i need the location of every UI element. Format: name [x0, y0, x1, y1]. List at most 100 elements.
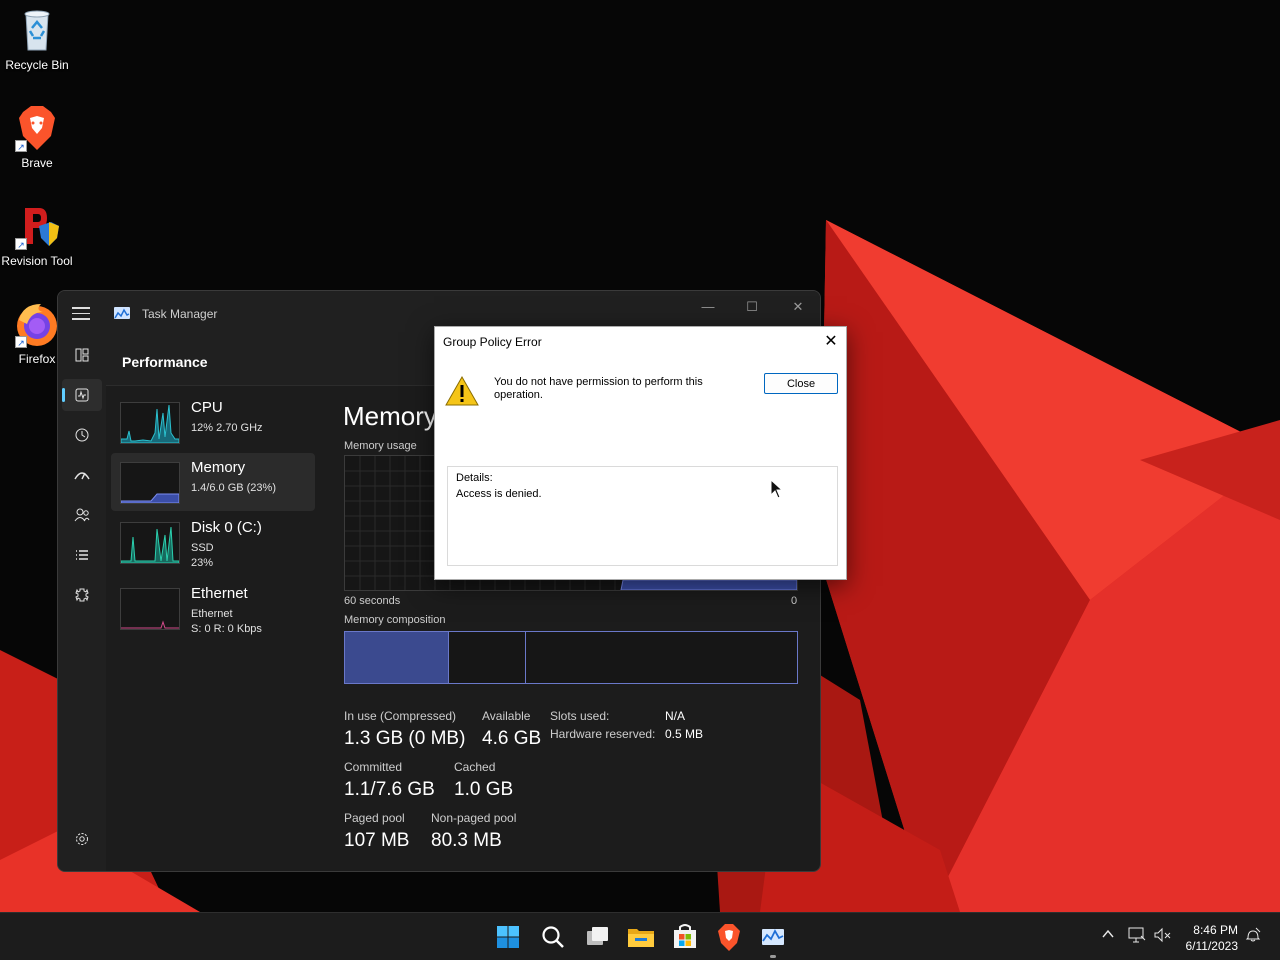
perf-item-ethernet[interactable]: Ethernet Ethernet S: 0 R: 0 Kbps [111, 579, 315, 637]
dialog-message: You do not have permission to perform th… [494, 376, 703, 401]
perf-item-detail: 1.4/6.0 GB (23%) [191, 482, 276, 494]
perf-item-detail: 23% [191, 557, 214, 569]
recycle-bin-icon [13, 6, 61, 54]
dialog-body: You do not have permission to perform th… [435, 356, 846, 579]
close-button[interactable]: ✕ [782, 297, 814, 317]
nav-app-history[interactable] [62, 419, 102, 451]
store-icon [674, 924, 696, 948]
perf-item-name: Disk 0 (C:) [191, 519, 262, 536]
cached-value: 1.0 GB [454, 779, 514, 800]
in-use-value: 1.3 GB (0 MB) [344, 728, 466, 749]
hamburger-menu-icon[interactable] [72, 307, 90, 321]
nav-services[interactable] [62, 579, 102, 611]
perf-item-detail: 12% 2.70 GHz [191, 422, 263, 434]
disk-thumbnail-graph [120, 522, 180, 564]
services-icon [75, 588, 89, 602]
page-title: Performance [122, 354, 208, 370]
volume-button[interactable] [1154, 927, 1172, 946]
close-button[interactable]: Close [764, 373, 838, 394]
desktop-icon-label: Revision Tool [1, 254, 73, 268]
perf-item-disk[interactable]: Disk 0 (C:) SSD 23% [111, 513, 315, 571]
revision-tool-icon: ↗ [13, 202, 61, 250]
minimize-button[interactable]: — [692, 297, 724, 317]
clock-date[interactable]: 6/11/2023 [1176, 939, 1239, 953]
details-label: Details: [456, 472, 493, 484]
nav-performance[interactable] [62, 379, 102, 411]
settings-icon [76, 833, 88, 845]
task-manager-app-icon [114, 307, 130, 319]
non-paged-pool-label: Non-paged pool [431, 811, 517, 825]
desktop-icon-revision-tool[interactable]: ↗ Revision Tool [0, 202, 74, 268]
nav-startup-apps[interactable] [62, 459, 102, 491]
warning-icon [445, 375, 479, 406]
perf-item-name: CPU [191, 399, 223, 416]
perf-item-cpu[interactable]: CPU 12% 2.70 GHz [111, 393, 315, 451]
dialog-title: Group Policy Error [443, 335, 542, 349]
perf-item-detail: S: 0 R: 0 Kbps [191, 623, 262, 635]
desktop-icon-recycle-bin[interactable]: Recycle Bin [0, 6, 74, 72]
task-view-button[interactable] [581, 921, 613, 953]
nav-processes[interactable] [62, 339, 102, 371]
perf-item-memory[interactable]: Memory 1.4/6.0 GB (23%) [111, 453, 315, 511]
file-explorer-icon [628, 929, 654, 947]
notification-center-button[interactable] [1245, 927, 1261, 946]
task-manager-taskbar-button[interactable] [757, 921, 789, 958]
composition-standby-free [526, 632, 797, 683]
perf-item-detail: SSD [191, 542, 214, 554]
memory-thumbnail-graph [120, 462, 180, 504]
composition-in-use [345, 632, 449, 683]
firefox-icon: ↗ [13, 300, 61, 348]
task-view-icon [587, 927, 608, 945]
shortcut-arrow-icon: ↗ [15, 336, 27, 348]
dialog-title-bar[interactable]: Group Policy Error ✕ [435, 327, 846, 356]
volume-muted-icon [1154, 927, 1171, 943]
window-title: Task Manager [142, 307, 218, 321]
ethernet-thumbnail-graph [120, 588, 180, 630]
shortcut-arrow-icon: ↗ [15, 140, 27, 152]
brave-icon: ↗ [13, 104, 61, 152]
graph-x-axis-right-label: 0 [791, 595, 798, 607]
perf-item-name: Ethernet [191, 585, 248, 602]
perf-item-detail: Ethernet [191, 608, 233, 620]
slots-used-value: N/A [665, 709, 686, 723]
app-history-icon [75, 428, 89, 442]
show-hidden-icons-button[interactable] [1101, 927, 1115, 944]
in-use-label: In use (Compressed) [344, 709, 457, 723]
mouse-pointer-icon [770, 479, 784, 499]
desktop-icon-brave[interactable]: ↗ Brave [0, 104, 74, 170]
start-button[interactable] [492, 921, 524, 953]
search-button[interactable] [537, 921, 569, 953]
users-icon [74, 508, 90, 522]
nav-settings[interactable] [62, 823, 102, 855]
hardware-reserved-value: 0.5 MB [665, 727, 704, 741]
desktop-icon-label: Recycle Bin [5, 58, 69, 72]
nav-users[interactable] [62, 499, 102, 531]
paged-pool-value: 107 MB [344, 830, 410, 851]
perf-item-name: Memory [191, 459, 246, 476]
committed-value: 1.1/7.6 GB [344, 779, 435, 800]
desktop-icon-label: Brave [21, 156, 53, 170]
composition-modified [449, 632, 526, 683]
store-button[interactable] [669, 921, 701, 953]
file-explorer-button[interactable] [625, 921, 657, 953]
task-manager-icon [762, 929, 784, 945]
search-icon [542, 926, 564, 948]
graph-x-axis-left-label: 60 seconds [344, 595, 401, 607]
notification-icon [1245, 927, 1261, 942]
shortcut-arrow-icon: ↗ [15, 238, 27, 250]
startup-apps-icon [74, 472, 90, 480]
committed-label: Committed [344, 760, 403, 774]
slots-used-label: Slots used: [550, 709, 610, 723]
dialog-close-icon[interactable]: ✕ [817, 331, 845, 353]
taskbar: 8:46 PM 6/11/2023 [0, 912, 1280, 960]
network-button[interactable] [1128, 927, 1146, 946]
paged-pool-label: Paged pool [344, 811, 405, 825]
clock-time[interactable]: 8:46 PM [1186, 923, 1238, 937]
brave-taskbar-button[interactable] [713, 921, 745, 953]
chevron-up-icon [1102, 929, 1114, 938]
nav-details[interactable] [62, 539, 102, 571]
available-label: Available [482, 709, 531, 723]
processes-icon [75, 348, 89, 362]
start-icon [497, 926, 519, 948]
maximize-button[interactable]: ☐ [736, 297, 768, 317]
